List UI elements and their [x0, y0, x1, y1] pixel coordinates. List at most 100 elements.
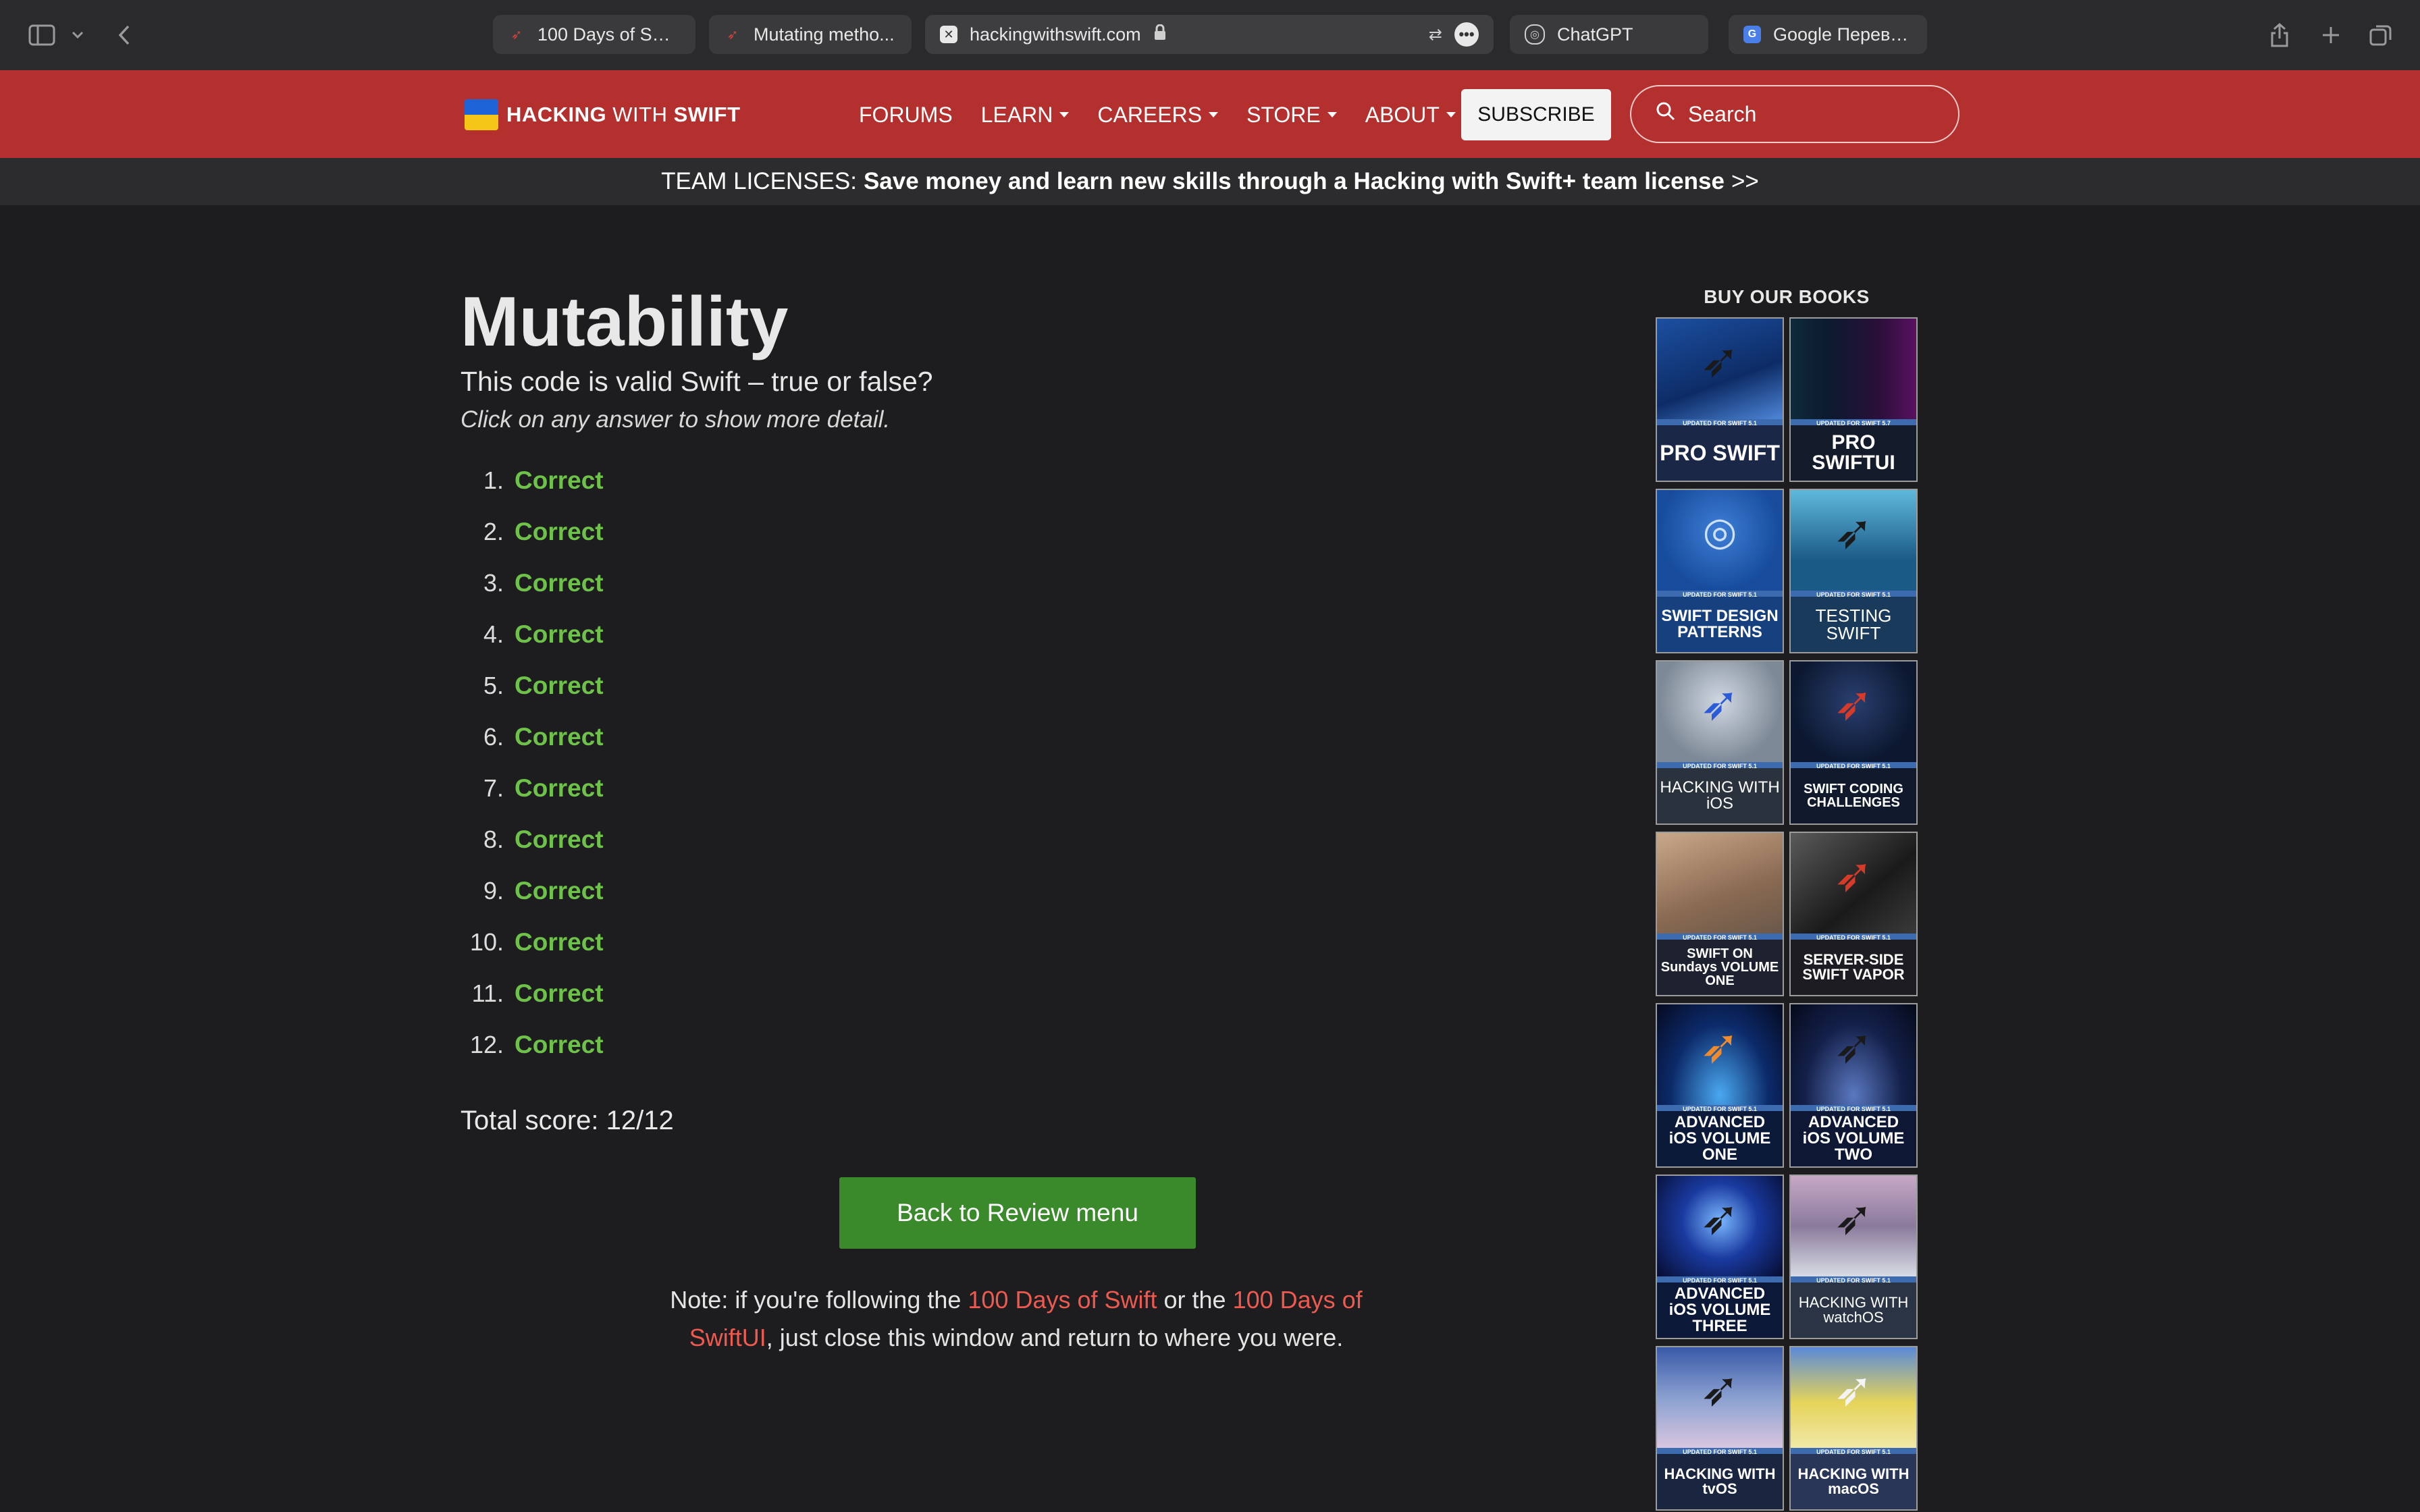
book-cover-advanced-ios-volume-two[interactable]: ➶ UPDATED FOR SWIFT 5.1 ADVANCED iOS VOL…: [1789, 1003, 1918, 1168]
share-icon[interactable]: [2266, 19, 2293, 51]
book-cover-hacking-with-macos[interactable]: ➶ UPDATED FOR SWIFT 5.1 HACKING WITH mac…: [1789, 1346, 1918, 1511]
swift-bird-icon: ➶: [1700, 1191, 1740, 1245]
answer-item[interactable]: 8. Correct: [461, 814, 604, 865]
book-cover-swift-coding-challenges[interactable]: ➶ UPDATED FOR SWIFT 5.1 SWIFT CODING CHA…: [1789, 660, 1918, 825]
question-text: This code is valid Swift – true or false…: [461, 366, 933, 397]
browser-tab[interactable]: G Google Перево...: [1729, 15, 1927, 54]
new-tab-icon[interactable]: [2317, 19, 2344, 51]
answer-item[interactable]: 3. Correct: [461, 558, 604, 609]
site-header: HACKING WITH SWIFT FORUMS LEARN CAREERS …: [0, 70, 2420, 158]
book-cover-testing-swift[interactable]: ➶ UPDATED FOR SWIFT 5.1 TESTING SWIFT: [1789, 489, 1918, 653]
translate-icon[interactable]: ⇄: [1429, 25, 1442, 45]
books-heading: BUY OUR BOOKS: [1704, 286, 1870, 307]
answer-item[interactable]: 12. Correct: [461, 1019, 604, 1071]
nav-about[interactable]: ABOUT: [1365, 103, 1456, 128]
answer-item[interactable]: 6. Correct: [461, 711, 604, 763]
note-text: Note: if you're following the 100 Days o…: [670, 1286, 1363, 1351]
answers-list: 1. Correct 2. Correct 3. Correct 4. Correct …: [461, 455, 604, 1071]
answer-result[interactable]: Correct: [515, 1031, 604, 1059]
swift-bird-icon: ➶: [510, 27, 523, 43]
answer-result[interactable]: Correct: [515, 620, 604, 649]
book-cover-swift-design-patterns[interactable]: ◎ UPDATED FOR SWIFT 5.1 SWIFT DESIGN PAT…: [1656, 489, 1784, 653]
answer-result[interactable]: Correct: [515, 672, 604, 700]
tab-label: ChatGPT: [1557, 24, 1633, 45]
answer-item[interactable]: 7. Correct: [461, 763, 604, 814]
banner-prefix: TEAM LICENSES:: [661, 168, 857, 194]
chevron-down-icon[interactable]: [68, 19, 88, 51]
swift-bird-icon: ➶: [1833, 677, 1874, 730]
caret-down-icon: [1059, 112, 1070, 117]
tab-label: Google Перево...: [1773, 24, 1912, 45]
page-title: Mutability: [461, 283, 789, 361]
100-days-of-swift-link[interactable]: 100 Days of Swift: [968, 1286, 1157, 1314]
book-cover-advanced-ios-volume-three[interactable]: ➶ UPDATED FOR SWIFT 5.1 ADVANCED iOS VOL…: [1656, 1174, 1784, 1339]
logo-text: HACKING WITH SWIFT: [506, 103, 741, 126]
answer-result[interactable]: Correct: [515, 979, 604, 1008]
answer-item[interactable]: 2. Correct: [461, 506, 604, 558]
book-cover-server-side-swift-vapor[interactable]: ➶ UPDATED FOR SWIFT 5.1 SERVER-SIDE SWIF…: [1789, 832, 1918, 996]
answer-result[interactable]: Correct: [515, 518, 604, 546]
browser-tab[interactable]: ➶ Mutating metho...: [709, 15, 912, 54]
answer-item[interactable]: 5. Correct: [461, 660, 604, 711]
tab-overview-icon[interactable]: [2367, 19, 2394, 51]
main-nav: FORUMS LEARN CAREERS STORE ABOUT: [859, 99, 1484, 131]
nav-store[interactable]: STORE: [1246, 103, 1337, 128]
caret-down-icon: [1209, 112, 1219, 117]
banner-arrow: >>: [1731, 168, 1759, 194]
nav-forums[interactable]: FORUMS: [859, 103, 953, 128]
team-licenses-banner[interactable]: TEAM LICENSES: Save money and learn new …: [0, 158, 2420, 205]
answer-item[interactable]: 4. Correct: [461, 609, 604, 660]
book-cover-hacking-with-tvos[interactable]: ➶ UPDATED FOR SWIFT 5.1 HACKING WITH tvO…: [1656, 1346, 1784, 1511]
answer-result[interactable]: Correct: [515, 826, 604, 854]
nav-careers[interactable]: CAREERS: [1097, 103, 1219, 128]
back-to-review-button[interactable]: Back to Review menu: [839, 1177, 1196, 1249]
book-cover-hacking-with-watchos[interactable]: ➶ UPDATED FOR SWIFT 5.1 HACKING WITH wat…: [1789, 1174, 1918, 1339]
swift-bird-icon: ➶: [1833, 1020, 1874, 1073]
answer-item[interactable]: 1. Correct: [461, 455, 604, 506]
book-cover-pro-swift[interactable]: ➶ UPDATED FOR SWIFT 5.1 PRO SWIFT: [1656, 317, 1784, 482]
chatgpt-icon: ◎: [1525, 24, 1545, 45]
swift-bird-icon: ➶: [1700, 1020, 1740, 1073]
search-input[interactable]: Search: [1630, 85, 1959, 143]
browser-toolbar: ➶ 100 Days of Swi... ➶ Mutating metho...…: [0, 0, 2420, 72]
nav-learn[interactable]: LEARN: [981, 103, 1070, 128]
swift-bird-icon: ➶: [1700, 677, 1740, 730]
swift-bird-icon: ➶: [1833, 1191, 1874, 1245]
more-options-icon[interactable]: •••: [1454, 22, 1479, 47]
lock-icon: [1153, 24, 1167, 45]
swift-bird-icon: ➶: [1833, 506, 1874, 559]
swift-bird-icon: ➶: [1833, 1363, 1874, 1416]
answer-item[interactable]: 9. Correct: [461, 865, 604, 917]
answer-result[interactable]: Correct: [515, 877, 604, 905]
answer-result[interactable]: Correct: [515, 466, 604, 495]
answer-result[interactable]: Correct: [515, 774, 604, 803]
book-cover-hacking-with-ios[interactable]: ➶ UPDATED FOR SWIFT 5.1 HACKING WITH iOS: [1656, 660, 1784, 825]
search-placeholder: Search: [1688, 101, 1757, 126]
swift-bird-icon: ◎: [1702, 510, 1737, 554]
book-cover-pro-swiftui[interactable]: UPDATED FOR SWIFT 5.7 PRO SWIFTUI: [1789, 317, 1918, 482]
books-grid: ➶ UPDATED FOR SWIFT 5.1 PRO SWIFT UPDATE…: [1656, 317, 1918, 1511]
search-icon: [1656, 101, 1676, 127]
browser-tab[interactable]: ➶ 100 Days of Swi...: [493, 15, 695, 54]
close-icon[interactable]: ✕: [940, 26, 957, 43]
browser-tab[interactable]: ◎ ChatGPT: [1510, 15, 1708, 54]
answer-item[interactable]: 11. Correct: [461, 968, 604, 1019]
swift-bird-icon: ➶: [1833, 848, 1874, 902]
tab-label: hackingwithswift.com: [970, 24, 1141, 45]
answer-result[interactable]: Correct: [515, 723, 604, 751]
browser-tab-active[interactable]: ✕ hackingwithswift.com ⇄ •••: [925, 15, 1494, 54]
google-translate-icon: G: [1743, 26, 1761, 43]
back-arrow-icon[interactable]: [112, 19, 136, 51]
swift-bird-icon: ➶: [727, 27, 739, 43]
answer-item[interactable]: 10. Correct: [461, 917, 604, 968]
sidebar-toggle-icon[interactable]: [26, 19, 58, 51]
book-cover-advanced-ios-volume-one[interactable]: ➶ UPDATED FOR SWIFT 5.1 ADVANCED iOS VOL…: [1656, 1003, 1784, 1168]
tab-label: Mutating metho...: [754, 24, 895, 45]
answer-result[interactable]: Correct: [515, 569, 604, 597]
swift-bird-icon: ➶: [1700, 334, 1740, 387]
book-cover-swift-on-sundays[interactable]: UPDATED FOR SWIFT 5.1 SWIFT ON Sundays V…: [1656, 832, 1784, 996]
subscribe-button[interactable]: SUBSCRIBE: [1461, 89, 1611, 140]
swift-bird-icon: ➶: [1700, 1363, 1740, 1416]
answer-result[interactable]: Correct: [515, 928, 604, 956]
site-logo[interactable]: HACKING WITH SWIFT: [465, 99, 741, 131]
